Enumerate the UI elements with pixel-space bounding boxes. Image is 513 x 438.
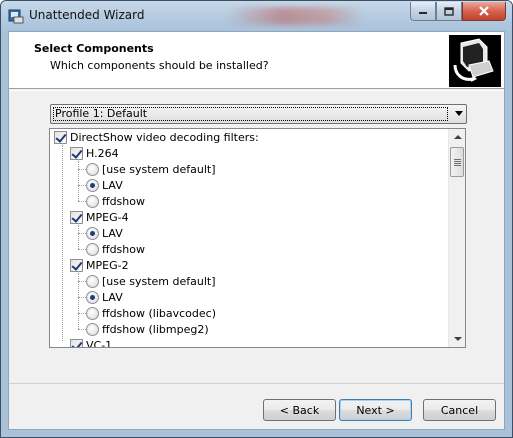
- close-button[interactable]: [462, 2, 506, 21]
- wizard-window: Unattended Wizard Select Components Whic…: [0, 0, 513, 438]
- vertical-scrollbar[interactable]: [448, 129, 465, 347]
- radio-button[interactable]: [86, 274, 99, 288]
- tree-item-h264[interactable]: H.264: [70, 145, 119, 161]
- maximize-icon: [444, 6, 454, 16]
- radio-button[interactable]: [86, 226, 99, 240]
- checkbox[interactable]: [70, 210, 83, 224]
- radio-label: ffdshow: [102, 242, 145, 256]
- scrollbar-thumb[interactable]: [450, 147, 464, 177]
- radio-button[interactable]: [86, 290, 99, 304]
- radio-mpeg4-ffdshow[interactable]: ffdshow: [86, 241, 145, 257]
- cancel-button[interactable]: Cancel: [423, 399, 496, 421]
- checkbox[interactable]: [70, 146, 83, 160]
- checkbox[interactable]: [70, 338, 83, 347]
- page-subtitle: Which components should be installed?: [50, 59, 269, 72]
- radio-label: ffdshow: [102, 194, 145, 208]
- radio-label: LAV: [102, 290, 123, 304]
- radio-h264-ffdshow[interactable]: ffdshow: [86, 193, 145, 209]
- wizard-header: Select Components Which components shoul…: [9, 32, 504, 89]
- radio-mpeg2-system-default[interactable]: [use system default]: [86, 273, 216, 289]
- computer-install-icon: [449, 35, 501, 87]
- close-icon: [479, 6, 489, 16]
- scroll-up-arrow-icon[interactable]: [449, 129, 465, 146]
- profile-dropdown-value: Profile 1: Default: [53, 107, 448, 121]
- tree-item-label: MPEG-4: [86, 210, 129, 224]
- title-bar[interactable]: Unattended Wizard: [1, 1, 512, 31]
- tree-item-label: DirectShow video decoding filters:: [70, 130, 259, 144]
- components-tree[interactable]: DirectShow video decoding filters: H.264…: [49, 128, 466, 348]
- page-title: Select Components: [34, 42, 154, 55]
- tree-item-vc1[interactable]: VC-1: [70, 337, 113, 348]
- tree-item-mpeg2[interactable]: MPEG-2: [70, 257, 129, 273]
- caption-buttons: [410, 2, 506, 21]
- radio-mpeg4-lav[interactable]: LAV: [86, 225, 123, 241]
- minimize-icon: [419, 12, 427, 14]
- chevron-down-icon[interactable]: [455, 111, 463, 116]
- radio-h264-lav[interactable]: LAV: [86, 177, 123, 193]
- minimize-button[interactable]: [410, 2, 436, 21]
- radio-button[interactable]: [86, 242, 99, 256]
- tree-item-label: VC-1: [86, 338, 113, 348]
- radio-button[interactable]: [86, 162, 99, 176]
- back-button[interactable]: < Back: [263, 399, 336, 421]
- tree-item-label: MPEG-2: [86, 258, 129, 272]
- radio-label: LAV: [102, 178, 123, 192]
- checkbox[interactable]: [70, 258, 83, 272]
- profile-dropdown[interactable]: Profile 1: Default: [50, 104, 467, 124]
- window-title: Unattended Wizard: [29, 8, 145, 22]
- next-button[interactable]: Next >: [339, 399, 412, 421]
- checkbox[interactable]: [54, 130, 67, 144]
- radio-label: ffdshow (libavcodec): [102, 306, 216, 320]
- radio-mpeg2-ffdshow-libavcodec[interactable]: ffdshow (libavcodec): [86, 305, 216, 321]
- radio-button[interactable]: [86, 322, 99, 336]
- radio-button[interactable]: [86, 306, 99, 320]
- radio-button[interactable]: [86, 194, 99, 208]
- radio-label: ffdshow (libmpeg2): [102, 322, 209, 336]
- tree-item-directshow[interactable]: DirectShow video decoding filters:: [54, 129, 259, 145]
- radio-mpeg2-lav[interactable]: LAV: [86, 289, 123, 305]
- maximize-button[interactable]: [436, 2, 462, 21]
- radio-button[interactable]: [86, 178, 99, 192]
- radio-label: [use system default]: [102, 274, 216, 288]
- radio-label: LAV: [102, 226, 123, 240]
- radio-h264-system-default[interactable]: [use system default]: [86, 161, 216, 177]
- tree-item-label: H.264: [86, 146, 119, 160]
- installer-icon: [8, 9, 24, 24]
- radio-label: [use system default]: [102, 162, 216, 176]
- wizard-client-area: Select Components Which components shoul…: [8, 31, 505, 430]
- scroll-down-arrow-icon[interactable]: [449, 330, 465, 347]
- tree-item-mpeg4[interactable]: MPEG-4: [70, 209, 129, 225]
- radio-mpeg2-ffdshow-libmpeg2[interactable]: ffdshow (libmpeg2): [86, 321, 209, 337]
